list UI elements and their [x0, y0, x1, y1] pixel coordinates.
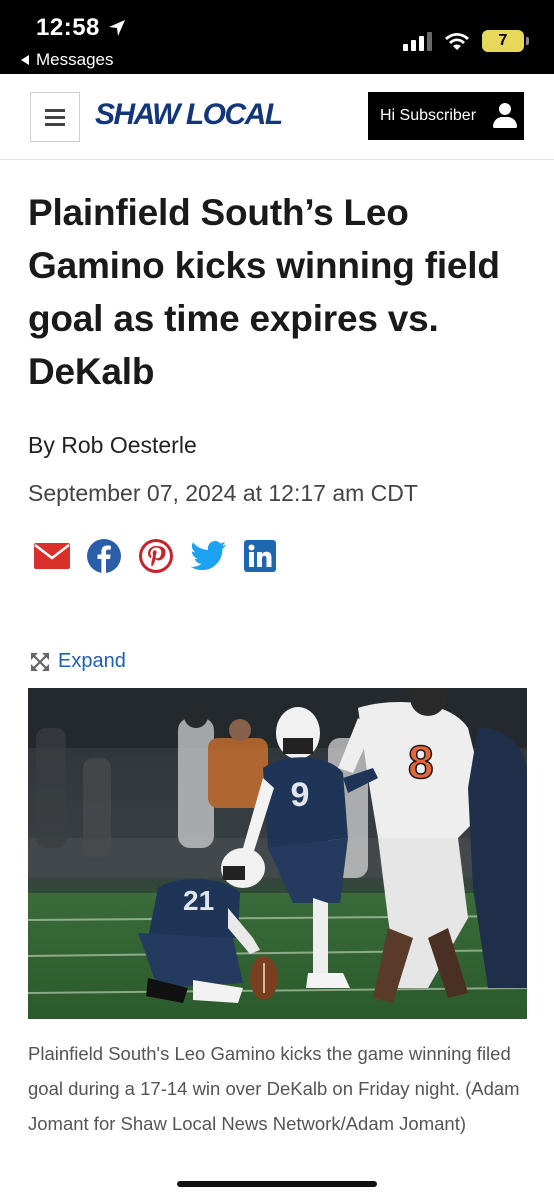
defender-jersey-number: 8: [408, 736, 434, 788]
cellular-signal-icon: [403, 31, 432, 51]
battery-icon: 7: [482, 30, 529, 52]
expand-photo-link[interactable]: Expand: [30, 650, 126, 673]
article-headline: Plainfield South’s Leo Gamino kicks winn…: [28, 192, 500, 392]
ios-status-bar: 12:58 Messages 7: [0, 0, 554, 74]
article-date: September 07, 2024 at 12:17 am CDT: [28, 480, 418, 506]
location-arrow-icon: [108, 20, 125, 36]
expand-arrows-icon: [31, 652, 49, 671]
battery-level: 7: [498, 32, 508, 49]
back-triangle-icon: [21, 55, 29, 65]
status-time-text: 12:58: [36, 14, 100, 41]
status-time: 12:58: [36, 14, 126, 42]
user-icon: [492, 103, 518, 129]
subscriber-account-button[interactable]: Hi Subscriber: [368, 92, 524, 140]
back-label: Messages: [36, 50, 114, 69]
site-header: SHAW LOCAL Hi Subscriber: [0, 74, 554, 160]
email-icon[interactable]: [34, 538, 70, 574]
football-kick-photo: 8 9 21: [28, 688, 527, 1019]
kicker-jersey-number: 9: [291, 776, 310, 814]
menu-bar-icon: [45, 122, 65, 126]
article-photo[interactable]: 8 9 21: [28, 688, 527, 1019]
home-indicator[interactable]: [177, 1181, 377, 1187]
back-to-messages[interactable]: Messages: [20, 50, 113, 70]
facebook-icon[interactable]: [86, 538, 122, 574]
article-byline: By Rob Oesterle: [28, 432, 197, 458]
hamburger-menu-button[interactable]: [30, 92, 80, 142]
wifi-icon: [445, 33, 469, 50]
photo-caption: Plainfield South's Leo Gamino kicks the …: [28, 1043, 520, 1134]
twitter-icon[interactable]: [190, 538, 226, 574]
site-logo[interactable]: SHAW LOCAL: [95, 98, 283, 132]
status-indicators: 7: [403, 30, 529, 52]
pinterest-icon[interactable]: [138, 538, 174, 574]
linkedin-icon[interactable]: [242, 538, 278, 574]
share-bar: [34, 538, 278, 574]
menu-bar-icon: [45, 108, 65, 112]
expand-label: Expand: [58, 650, 126, 672]
holder-jersey-number: 21: [183, 885, 214, 916]
subscriber-label: Hi Subscriber: [380, 107, 477, 124]
menu-bar-icon: [45, 115, 65, 119]
